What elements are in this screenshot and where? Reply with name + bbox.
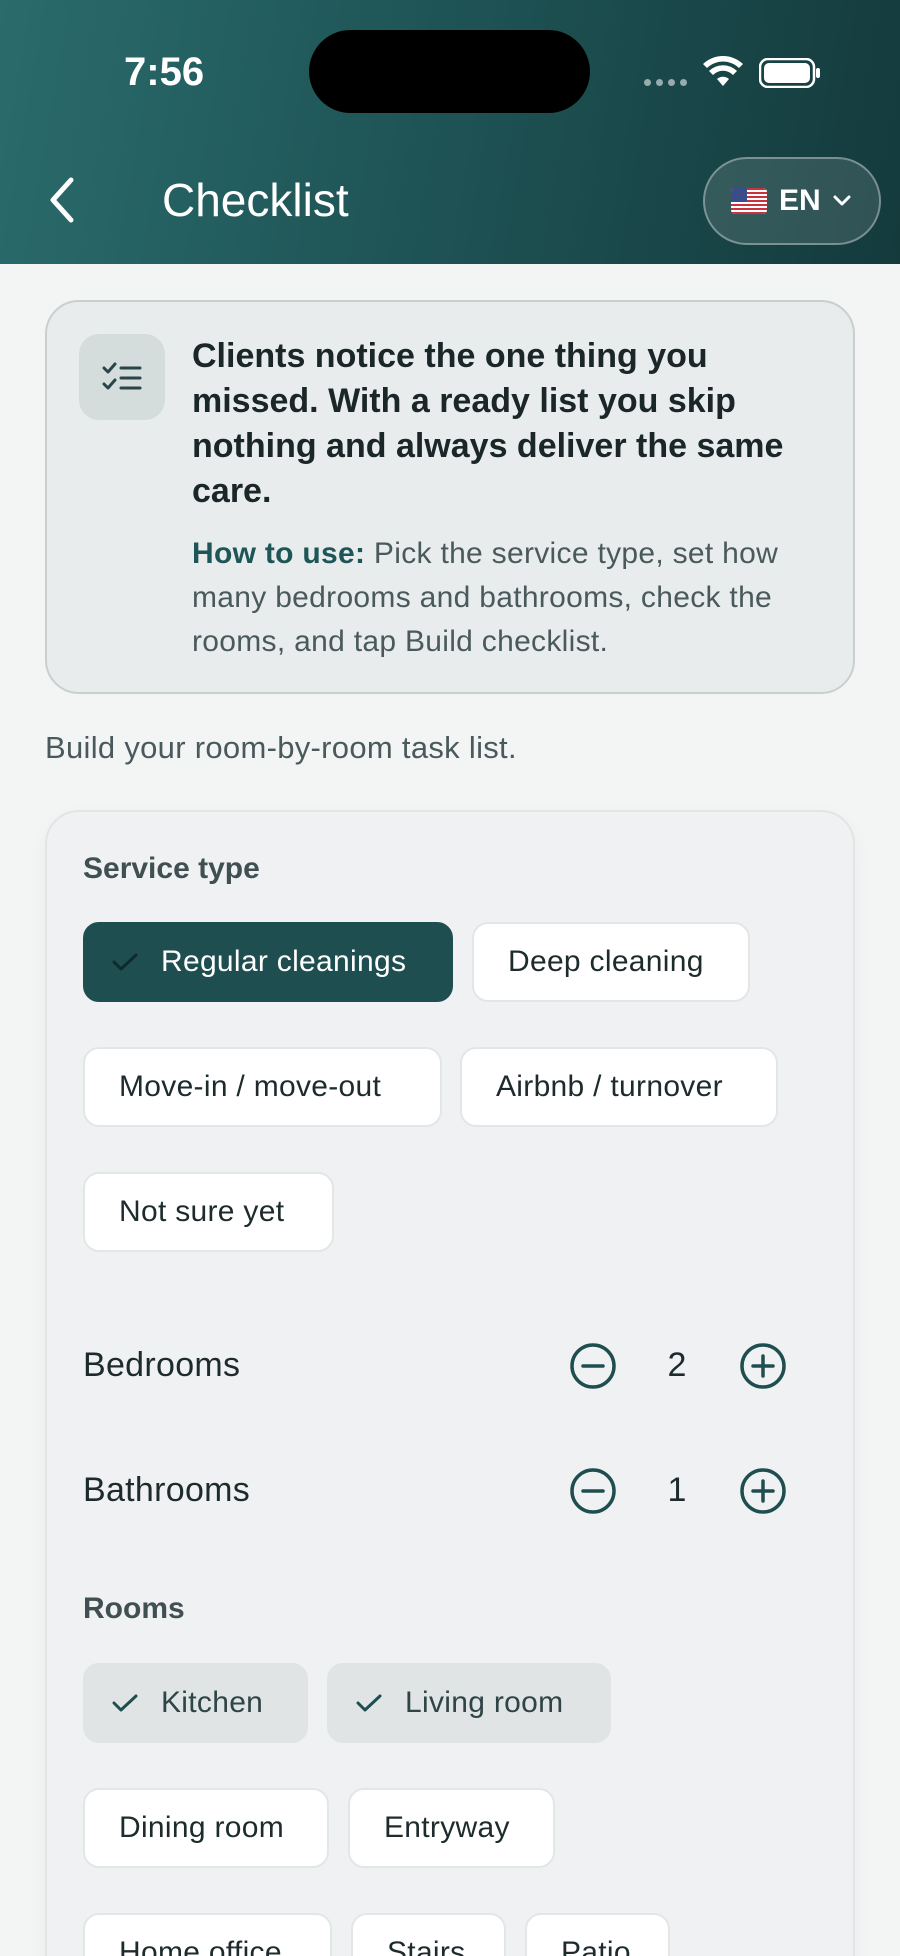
- app-header: 7:56 Checklist EN: [0, 0, 900, 264]
- check-icon: [112, 1694, 138, 1712]
- us-flag-icon: [731, 188, 767, 214]
- chip-label: Airbnb / turnover: [496, 1070, 723, 1103]
- info-howto: How to use: Pick the service type, set h…: [192, 532, 842, 664]
- service-chip-deep[interactable]: Deep cleaning: [472, 922, 750, 1002]
- chevron-left-icon: [50, 177, 74, 223]
- chip-label: Entryway: [384, 1811, 510, 1844]
- chip-label: Patio: [561, 1936, 631, 1956]
- bathrooms-value: 1: [667, 1471, 687, 1509]
- howto-label: How to use:: [192, 537, 366, 570]
- service-type-label: Service type: [83, 852, 260, 885]
- service-chip-airbnb[interactable]: Airbnb / turnover: [460, 1047, 778, 1127]
- chevron-down-icon: [833, 195, 851, 206]
- chip-label: Deep cleaning: [508, 945, 704, 978]
- chip-label: Move-in / move-out: [119, 1070, 382, 1103]
- service-chip-move[interactable]: Move-in / move-out: [83, 1047, 442, 1127]
- room-chip-patio[interactable]: Patio: [525, 1913, 670, 1956]
- page-title: Checklist: [162, 174, 349, 226]
- check-icon: [112, 953, 138, 971]
- bathrooms-plus-button[interactable]: [739, 1467, 787, 1515]
- checklist-icon: [79, 334, 165, 420]
- room-chip-entryway[interactable]: Entryway: [348, 1788, 555, 1868]
- dynamic-island: [309, 30, 590, 113]
- room-chip-living-room[interactable]: Living room: [327, 1663, 611, 1743]
- room-chip-stairs[interactable]: Stairs: [351, 1913, 506, 1956]
- intro-text: Build your room-by-room task list.: [45, 730, 517, 765]
- info-card: Clients notice the one thing you missed.…: [45, 300, 855, 694]
- service-chip-regular[interactable]: Regular cleanings: [83, 922, 453, 1002]
- chip-label: Living room: [405, 1686, 564, 1719]
- bedrooms-label: Bedrooms: [83, 1346, 241, 1384]
- service-chip-not-sure[interactable]: Not sure yet: [83, 1172, 334, 1252]
- bedrooms-value: 2: [667, 1346, 687, 1384]
- rooms-label: Rooms: [83, 1592, 185, 1625]
- wifi-icon: [703, 56, 743, 86]
- back-button[interactable]: [40, 170, 84, 230]
- bathrooms-label: Bathrooms: [83, 1471, 251, 1509]
- info-headline: Clients notice the one thing you missed.…: [192, 337, 784, 510]
- signal-icon: [644, 79, 687, 86]
- language-selector[interactable]: EN: [703, 157, 881, 245]
- language-label: EN: [779, 184, 821, 217]
- chip-label: Regular cleanings: [161, 945, 407, 978]
- bedrooms-plus-button[interactable]: [739, 1342, 787, 1390]
- chip-label: Home office: [119, 1936, 282, 1956]
- chip-label: Stairs: [387, 1936, 466, 1956]
- battery-icon: [759, 58, 820, 88]
- room-chip-home-office[interactable]: Home office: [83, 1913, 332, 1956]
- check-icon: [356, 1694, 382, 1712]
- chip-label: Not sure yet: [119, 1195, 285, 1228]
- room-chip-kitchen[interactable]: Kitchen: [83, 1663, 308, 1743]
- bedrooms-minus-button[interactable]: [569, 1342, 617, 1390]
- chip-label: Dining room: [119, 1811, 285, 1844]
- status-time: 7:56: [124, 50, 205, 94]
- chip-label: Kitchen: [161, 1686, 264, 1719]
- room-chip-dining-room[interactable]: Dining room: [83, 1788, 329, 1868]
- bathrooms-minus-button[interactable]: [569, 1467, 617, 1515]
